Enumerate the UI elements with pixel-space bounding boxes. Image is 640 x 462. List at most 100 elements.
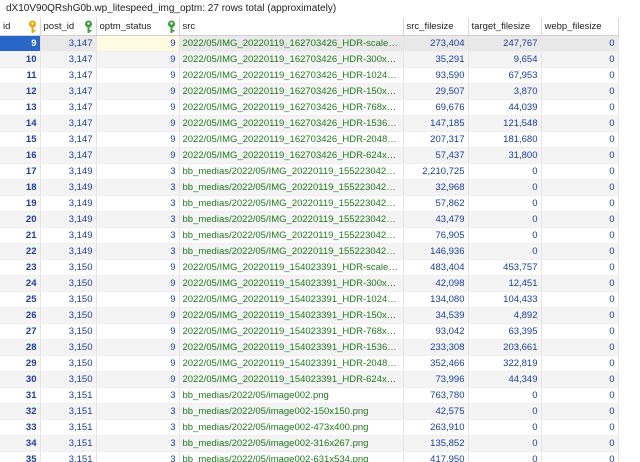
cell-src[interactable]: 2022/05/IMG_20220119_154023391_HDR-624x4… [179, 371, 404, 388]
cell-post-id[interactable]: 3,149 [40, 211, 97, 228]
cell-src-filesize[interactable]: 93,042 [403, 323, 469, 340]
column-header-id[interactable]: id [0, 18, 41, 36]
cell-webp-filesize[interactable]: 0 [541, 211, 619, 228]
cell-webp-filesize[interactable]: 0 [541, 435, 619, 452]
cell-target-filesize[interactable]: 44,039 [468, 99, 542, 116]
cell-post-id[interactable]: 3,150 [40, 275, 97, 292]
cell-optm-status[interactable]: 9 [96, 371, 180, 388]
cell-webp-filesize[interactable]: 0 [541, 323, 619, 340]
cell-src-filesize[interactable]: 42,098 [403, 275, 469, 292]
cell-post-id[interactable]: 3,151 [40, 387, 97, 404]
cell-target-filesize[interactable]: 63,395 [468, 323, 542, 340]
cell-src-filesize[interactable]: 233,308 [403, 339, 469, 356]
cell-optm-status[interactable]: 9 [96, 291, 180, 308]
cell-src[interactable]: 2022/05/IMG_20220119_154023391_HDR-150x1… [179, 307, 404, 324]
cell-src[interactable]: 2022/05/IMG_20220119_154023391_HDR-scale… [179, 259, 404, 276]
cell-target-filesize[interactable]: 67,953 [468, 67, 542, 84]
table-row[interactable]: 22 3,149 3 bb_medias/2022/05/IMG_20220119_1… [0, 243, 619, 260]
cell-webp-filesize[interactable]: 0 [541, 419, 619, 436]
cell-id[interactable]: 28 [0, 339, 41, 356]
table-row[interactable]: 11 3,147 9 2022/05/IMG_20220119_162703426_H… [0, 67, 619, 84]
cell-post-id[interactable]: 3,147 [40, 67, 97, 84]
cell-target-filesize[interactable]: 104,433 [468, 291, 542, 308]
cell-webp-filesize[interactable]: 0 [541, 339, 619, 356]
table-row[interactable]: 30 3,150 9 2022/05/IMG_20220119_154023391_H… [0, 371, 619, 388]
cell-src-filesize[interactable]: 2,210,725 [403, 163, 469, 180]
cell-post-id[interactable]: 3,150 [40, 307, 97, 324]
cell-id[interactable]: 29 [0, 355, 41, 372]
cell-target-filesize[interactable]: 44,349 [468, 371, 542, 388]
cell-target-filesize[interactable]: 31,800 [468, 147, 542, 164]
cell-target-filesize[interactable]: 0 [468, 211, 542, 228]
cell-post-id[interactable]: 3,150 [40, 259, 97, 276]
cell-optm-status[interactable]: 9 [96, 83, 180, 100]
table-row[interactable]: 26 3,150 9 2022/05/IMG_20220119_154023391_H… [0, 307, 619, 324]
cell-src[interactable]: 2022/05/IMG_20220119_154023391_HDR-2048x… [179, 355, 404, 372]
cell-src-filesize[interactable]: 57,437 [403, 147, 469, 164]
cell-optm-status[interactable]: 9 [96, 259, 180, 276]
table-row[interactable]: 19 3,149 3 bb_medias/2022/05/IMG_20220119_1… [0, 195, 619, 212]
cell-optm-status[interactable]: 3 [96, 243, 180, 260]
cell-webp-filesize[interactable]: 0 [541, 51, 619, 68]
cell-id[interactable]: 17 [0, 163, 41, 180]
cell-optm-status[interactable]: 9 [96, 275, 180, 292]
cell-post-id[interactable]: 3,147 [40, 115, 97, 132]
cell-target-filesize[interactable]: 322,819 [468, 355, 542, 372]
cell-src-filesize[interactable]: 352,466 [403, 355, 469, 372]
cell-id[interactable]: 22 [0, 243, 41, 260]
cell-post-id[interactable]: 3,149 [40, 163, 97, 180]
cell-webp-filesize[interactable]: 0 [541, 387, 619, 404]
cell-id[interactable]: 16 [0, 147, 41, 164]
cell-optm-status[interactable]: 9 [96, 339, 180, 356]
cell-id[interactable]: 11 [0, 67, 41, 84]
cell-optm-status[interactable]: 9 [96, 115, 180, 132]
cell-src[interactable]: bb_medias/2022/05/IMG_20220119_155223042… [179, 211, 404, 228]
cell-target-filesize[interactable]: 0 [468, 451, 542, 462]
table-row[interactable]: 14 3,147 9 2022/05/IMG_20220119_162703426_H… [0, 115, 619, 132]
cell-post-id[interactable]: 3,147 [40, 147, 97, 164]
table-row[interactable]: 17 3,149 3 bb_medias/2022/05/IMG_20220119_1… [0, 163, 619, 180]
cell-optm-status[interactable]: 3 [96, 179, 180, 196]
cell-src[interactable]: 2022/05/IMG_20220119_154023391_HDR-300x2… [179, 275, 404, 292]
table-row[interactable]: 33 3,151 3 bb_medias/2022/05/image002-473x4… [0, 419, 619, 436]
cell-id[interactable]: 13 [0, 99, 41, 116]
cell-post-id[interactable]: 3,150 [40, 371, 97, 388]
cell-target-filesize[interactable]: 0 [468, 227, 542, 244]
cell-target-filesize[interactable]: 0 [468, 243, 542, 260]
cell-optm-status[interactable]: 3 [96, 435, 180, 452]
cell-src[interactable]: bb_medias/2022/05/image002-150x150.png [179, 403, 404, 420]
cell-src[interactable]: bb_medias/2022/05/image002-316x267.png [179, 435, 404, 452]
cell-target-filesize[interactable]: 0 [468, 179, 542, 196]
table-row[interactable]: 35 3,151 3 bb_medias/2022/05/image002-631x5… [0, 451, 619, 462]
table-row[interactable]: 29 3,150 9 2022/05/IMG_20220119_154023391_H… [0, 355, 619, 372]
cell-src[interactable]: bb_medias/2022/05/IMG_20220119_155223042… [179, 163, 404, 180]
cell-id[interactable]: 25 [0, 291, 41, 308]
cell-src[interactable]: 2022/05/IMG_20220119_162703426_HDR-300x2… [179, 51, 404, 68]
cell-webp-filesize[interactable]: 0 [541, 131, 619, 148]
cell-webp-filesize[interactable]: 0 [541, 307, 619, 324]
cell-src[interactable]: bb_medias/2022/05/image002-473x400.png [179, 419, 404, 436]
cell-id[interactable]: 15 [0, 131, 41, 148]
table-row[interactable]: 9 3,147 9 2022/05/IMG_20220119_162703426_HD… [0, 35, 619, 52]
cell-optm-status[interactable]: 9 [96, 323, 180, 340]
cell-optm-status[interactable]: 9 [96, 51, 180, 68]
cell-src-filesize[interactable]: 35,291 [403, 51, 469, 68]
data-grid[interactable]: id post_id optm_status src src_filesize targe… [0, 18, 640, 462]
cell-target-filesize[interactable]: 12,451 [468, 275, 542, 292]
cell-id[interactable]: 35 [0, 451, 41, 462]
cell-post-id[interactable]: 3,150 [40, 323, 97, 340]
table-row[interactable]: 10 3,147 9 2022/05/IMG_20220119_162703426_H… [0, 51, 619, 68]
cell-target-filesize[interactable]: 0 [468, 403, 542, 420]
cell-src-filesize[interactable]: 135,852 [403, 435, 469, 452]
cell-src-filesize[interactable]: 483,404 [403, 259, 469, 276]
cell-target-filesize[interactable]: 0 [468, 387, 542, 404]
table-row[interactable]: 28 3,150 9 2022/05/IMG_20220119_154023391_H… [0, 339, 619, 356]
cell-post-id[interactable]: 3,149 [40, 195, 97, 212]
cell-webp-filesize[interactable]: 0 [541, 35, 619, 52]
cell-optm-status[interactable]: 3 [96, 419, 180, 436]
table-row[interactable]: 21 3,149 3 bb_medias/2022/05/IMG_20220119_1… [0, 227, 619, 244]
cell-src-filesize[interactable]: 134,080 [403, 291, 469, 308]
cell-src-filesize[interactable]: 763,780 [403, 387, 469, 404]
cell-post-id[interactable]: 3,149 [40, 243, 97, 260]
cell-src[interactable]: 2022/05/IMG_20220119_154023391_HDR-1536x… [179, 339, 404, 356]
